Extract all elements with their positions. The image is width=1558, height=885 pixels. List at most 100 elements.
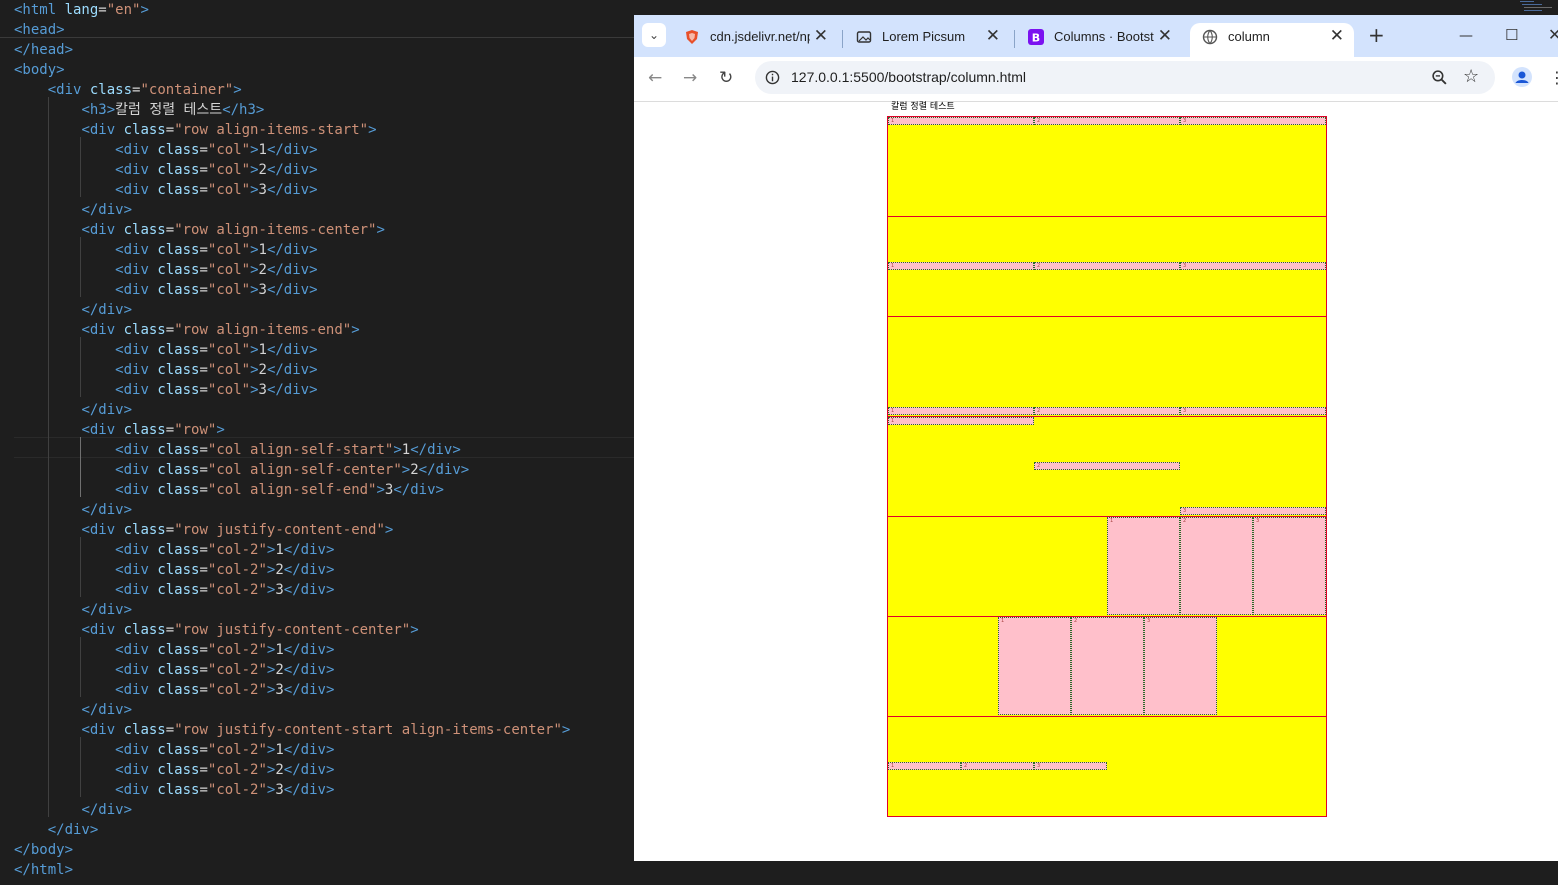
code-line[interactable]: <div class="col">1</div> [14,140,318,160]
code-line[interactable]: <div class="row justify-content-end"> [14,520,393,540]
code-line[interactable]: <div class="col align-self-center">2</di… [14,460,469,480]
code-token: </div> [81,802,133,818]
code-line[interactable]: <div class="col-2">3</div> [14,780,334,800]
code-token: > [250,182,259,198]
code-line[interactable]: <div class="col">3</div> [14,380,318,400]
code-line[interactable]: <div class="col-2">1</div> [14,540,334,560]
code-token: </div> [266,382,318,398]
tab-search-button[interactable]: ⌄ [642,23,666,47]
code-line[interactable]: <div class="col-2">3</div> [14,580,334,600]
back-arrow-icon[interactable]: ← [648,68,662,88]
code-line[interactable]: </html> [14,860,73,880]
code-token: = [165,122,175,138]
code-line[interactable]: </div> [14,800,132,820]
profile-avatar-icon[interactable] [1512,67,1532,87]
code-token: = [199,142,208,158]
code-line[interactable]: <div class="col-2">1</div> [14,740,334,760]
window-close-button[interactable]: ✕ [1548,25,1558,45]
code-token: > [250,162,259,178]
code-line[interactable]: <div class="col">1</div> [14,240,317,260]
code-line[interactable]: <div class="row justify-content-start al… [14,720,570,740]
tab-column[interactable]: column ✕ [1190,23,1354,57]
row-align-items-center: 123 [887,216,1327,317]
tab-lorem-picsum[interactable]: Lorem Picsum ✕ [844,23,1010,57]
code-line[interactable]: <div class="col-2">3</div> [14,680,334,700]
code-token: <div [115,262,158,278]
code-token: </div> [266,162,318,178]
code-line[interactable]: </div> [14,200,132,220]
tab-close-button[interactable]: ✕ [1158,25,1172,47]
code-line[interactable]: <div class="container"> [14,80,242,100]
tab-close-button[interactable]: ✕ [986,25,1000,47]
code-token: > [351,322,360,338]
code-line[interactable]: <div class="col-2">2</div> [14,760,334,780]
code-line[interactable]: <div class="col">3</div> [14,280,317,300]
zoom-icon[interactable] [1431,69,1448,86]
code-line[interactable]: <head> [14,20,65,40]
code-line[interactable]: <body> [14,60,65,80]
code-token: 1 [275,742,284,758]
tab-title: cdn.jsdelivr.net/npm [710,29,810,44]
code-line[interactable]: <div class="row align-items-end"> [14,320,360,340]
code-token: lang [64,2,99,18]
code-line[interactable]: </div> [14,700,132,720]
code-editor[interactable]: <html lang="en"> <head> </head> <body> <div… [0,0,634,885]
code-token: = [199,682,208,698]
code-token: 1 [275,542,284,558]
editor-minimap[interactable] [1518,0,1558,14]
code-line[interactable]: <html lang="en"> [14,0,149,20]
code-line[interactable]: </div> [14,300,132,320]
maximize-button[interactable]: ☐ [1505,25,1518,45]
tab-cdn-jsdelivr[interactable]: cdn.jsdelivr.net/npm ✕ [672,23,838,57]
code-token: = [199,562,208,578]
code-line[interactable]: </head> [14,40,73,60]
code-line[interactable]: </div> [14,400,132,420]
column-cell: 2 [961,762,1034,770]
code-line[interactable]: <div class="col-2">1</div> [14,640,334,660]
address-bar[interactable]: 127.0.0.1:5500/bootstrap/column.html ☆ [755,61,1495,94]
code-line[interactable]: </div> [14,500,132,520]
code-token: = [199,542,208,558]
minimize-button[interactable]: — [1459,26,1473,46]
code-line[interactable]: <div class="col-2">2</div> [14,660,334,680]
site-info-icon[interactable] [765,70,780,85]
code-token: "col" [207,262,251,278]
code-token: 1 [258,342,267,358]
code-line[interactable]: </body> [14,840,73,860]
code-line[interactable]: <div class="row align-items-center"> [14,220,384,240]
code-line[interactable]: <div class="col">2</div> [14,360,317,380]
column-cell: 3 [1180,117,1326,125]
code-line[interactable]: <div class="col-2">2</div> [14,560,334,580]
tab-columns-bootstrap[interactable]: B Columns · Bootstrap ✕ [1016,23,1182,57]
code-line[interactable]: <h3>칼럼 정렬 테스트</h3> [14,100,264,120]
code-line[interactable]: <div class="col align-self-end">3</div> [14,480,444,500]
code-line[interactable]: <div class="col">2</div> [14,260,317,280]
tab-close-button[interactable]: ✕ [814,25,828,47]
code-line[interactable]: <div class="col align-self-start">1</div… [14,440,461,460]
forward-arrow-icon[interactable]: → [683,68,697,88]
bookmark-star-icon[interactable]: ☆ [1463,67,1479,87]
code-line[interactable]: <div class="row align-items-start"> [14,120,376,140]
code-line[interactable]: </div> [14,600,132,620]
code-token: > [393,442,402,458]
reload-icon[interactable]: ↻ [719,68,733,88]
code-line[interactable]: <div class="col">2</div> [14,160,318,180]
code-line[interactable]: </div> [14,820,99,840]
code-token: "row" [174,422,217,438]
url-text[interactable]: 127.0.0.1:5500/bootstrap/column.html [791,68,1026,86]
code-line[interactable]: <div class="col">1</div> [14,340,317,360]
code-line[interactable]: <div class="row"> [14,420,224,440]
code-token: </div> [266,142,318,158]
new-tab-button[interactable]: + [1368,25,1385,45]
tab-close-button[interactable]: ✕ [1330,25,1344,47]
code-line[interactable]: <div class="col">3</div> [14,180,317,200]
code-line[interactable]: <div class="row justify-content-center"> [14,620,418,640]
code-token: = [199,762,208,778]
menu-dots-icon[interactable]: ⋮ [1549,68,1558,88]
